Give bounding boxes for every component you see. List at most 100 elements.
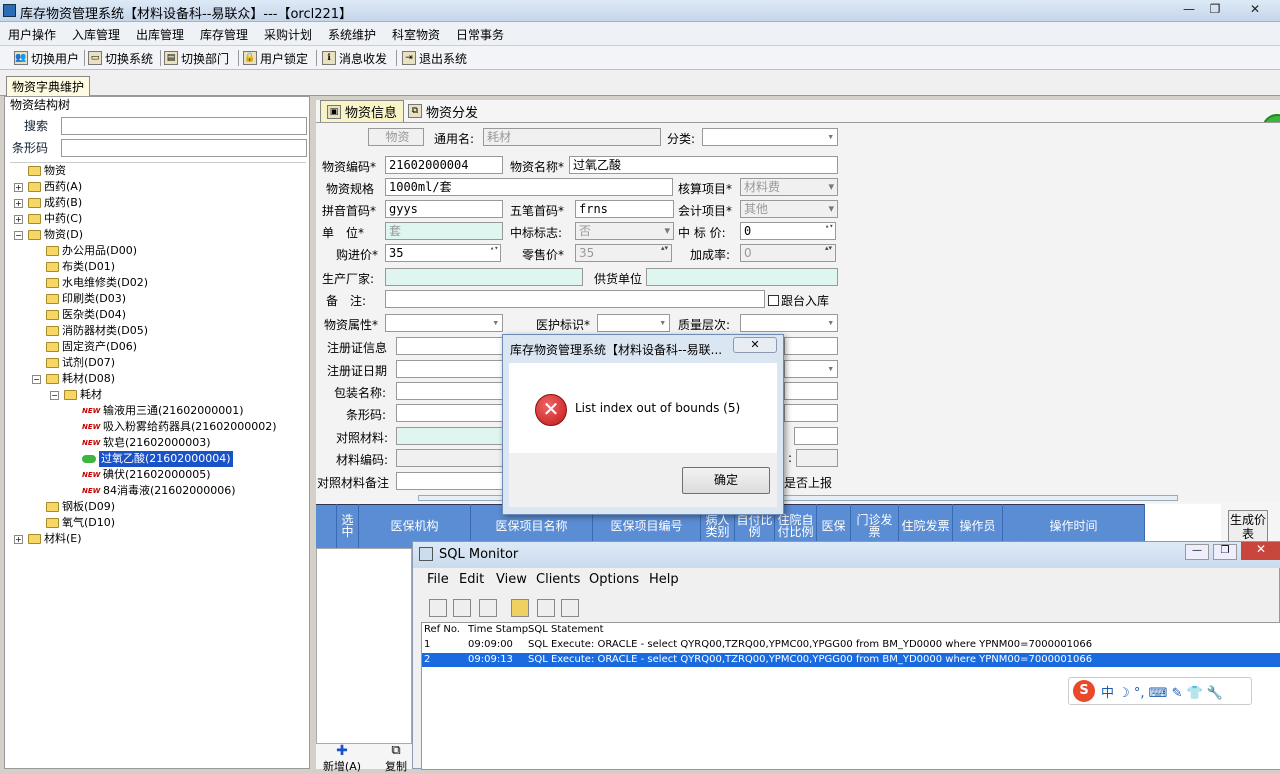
tree-node[interactable]: + 成药(B) [14, 195, 82, 211]
close-button[interactable]: ✕ [1240, 0, 1270, 18]
sql-tool-copy-icon[interactable] [453, 599, 471, 617]
wubi-field[interactable]: frns [575, 200, 674, 218]
matcode-field[interactable] [396, 449, 504, 467]
search-input[interactable] [61, 117, 307, 135]
minimize-button[interactable]: — [1176, 0, 1202, 18]
tree-node[interactable]: 水电维修类(D02) [32, 275, 148, 291]
tree-node[interactable]: − 耗材 [50, 387, 102, 403]
expand-icon[interactable]: + [14, 214, 23, 224]
sql-minimize-button[interactable]: — [1185, 544, 1209, 560]
type-button[interactable]: 物资 [368, 128, 424, 146]
sql-menu-edit[interactable]: Edit [459, 572, 484, 587]
tree-node[interactable]: − 物资(D) [14, 227, 83, 243]
copy-button[interactable]: ⧉ 复制 [382, 744, 410, 774]
messages-button[interactable]: ℹ 消息收发 [322, 49, 387, 67]
maximize-button[interactable]: ❐ [1202, 0, 1228, 18]
matcode-extra-field[interactable] [796, 449, 838, 467]
exit-button[interactable]: ⇥ 退出系统 [402, 49, 467, 67]
pack-extra-field[interactable] [784, 382, 838, 400]
tree-node[interactable]: 钢板(D09) [32, 499, 115, 515]
tree-node[interactable]: 氧气(D10) [32, 515, 115, 531]
menu-purchase[interactable]: 采购计划 [264, 26, 312, 43]
purchase-price-field[interactable]: 35 [385, 244, 501, 262]
sql-log-row-selected[interactable]: 2 09:09:13 SQL Execute: ORACLE - select … [422, 653, 1280, 667]
quality-select[interactable] [740, 314, 838, 332]
regdate-extra-select[interactable] [784, 360, 838, 378]
sql-maximize-button[interactable]: ❐ [1213, 544, 1237, 560]
tree-node[interactable]: NEW 吸入粉雾给药器具(21602000002) [68, 419, 277, 435]
sql-menu-view[interactable]: View [496, 572, 527, 587]
col-select[interactable]: 选中 [336, 504, 358, 548]
compare-extra-field[interactable] [794, 427, 838, 445]
tree-node[interactable]: 消防器材类(D05) [32, 323, 148, 339]
sql-tool-options-icon[interactable] [561, 599, 579, 617]
sql-log-row[interactable]: 1 09:09:00 SQL Execute: ORACLE - select … [422, 638, 1280, 652]
menu-system[interactable]: 系统维护 [328, 26, 376, 43]
menu-inventory[interactable]: 库存管理 [200, 26, 248, 43]
reg-extra-field[interactable] [784, 337, 838, 355]
ok-button[interactable]: 确定 [682, 467, 770, 494]
menu-daily[interactable]: 日常事务 [456, 26, 504, 43]
expand-icon[interactable]: + [14, 182, 23, 192]
expand-icon[interactable]: + [14, 534, 23, 544]
sql-menu-options[interactable]: Options [589, 572, 639, 587]
category-select[interactable] [702, 128, 838, 146]
collapse-icon[interactable]: − [14, 230, 23, 240]
acct-item-select[interactable]: 其他 [740, 200, 838, 218]
generate-price-button[interactable]: 生成价表 [1228, 510, 1268, 542]
lock-user-button[interactable]: 🔒 用户锁定 [243, 49, 308, 67]
tab-goods-distribute[interactable]: ⧉ 物资分发 [402, 100, 484, 122]
regdate-field[interactable] [396, 360, 504, 378]
attr-select[interactable] [385, 314, 503, 332]
markup-field[interactable]: 0 [740, 244, 836, 262]
supplier-field[interactable] [646, 268, 838, 286]
reg-field[interactable] [396, 337, 504, 355]
collapse-icon[interactable]: − [32, 374, 41, 384]
switch-system-button[interactable]: ▭ 切换系统 [88, 49, 153, 67]
tree-node[interactable]: 过氧乙酸(21602000004) [68, 451, 233, 467]
tree-node[interactable]: 办公用品(D00) [32, 243, 137, 259]
tree-node[interactable]: 布类(D01) [32, 259, 115, 275]
compare-field[interactable] [396, 427, 504, 445]
tree-node[interactable]: 印刷类(D03) [32, 291, 126, 307]
medtag-select[interactable] [597, 314, 670, 332]
tree-node[interactable]: − 耗材(D08) [32, 371, 115, 387]
sql-tool-clear-icon[interactable] [479, 599, 497, 617]
sql-close-button[interactable]: ✕ [1241, 542, 1280, 560]
tab-goods-dictionary[interactable]: 物资字典维护 [6, 76, 91, 96]
note-field[interactable] [385, 290, 765, 308]
sql-menu-file[interactable]: File [427, 572, 449, 587]
menu-dept-goods[interactable]: 科室物资 [392, 26, 440, 43]
name-field[interactable]: 过氧乙酸 [569, 156, 838, 174]
tree-node[interactable]: 试剂(D07) [32, 355, 115, 371]
code-field[interactable]: 21602000004 [385, 156, 503, 174]
tree-node[interactable]: + 材料(E) [14, 531, 82, 547]
pack-field[interactable] [396, 382, 504, 400]
menu-inbound[interactable]: 入库管理 [72, 26, 120, 43]
tree-node[interactable]: 固定资产(D06) [32, 339, 137, 355]
spec-field[interactable]: 1000ml/套 [385, 178, 673, 196]
tree-node[interactable]: NEW 输液用三通(21602000001) [68, 403, 244, 419]
collapse-icon[interactable]: − [50, 390, 59, 400]
tree-node[interactable]: 医杂类(D04) [32, 307, 126, 323]
compnote-field[interactable] [396, 472, 504, 490]
follow-checkbox[interactable]: 跟台入库 [768, 292, 829, 309]
menu-user-ops[interactable]: 用户操作 [8, 26, 56, 43]
sql-tool-window-icon[interactable] [537, 599, 555, 617]
tree-node[interactable]: NEW 软皂(21602000003) [68, 435, 211, 451]
retail-price-field[interactable]: 35 [575, 244, 672, 262]
bid-flag-select[interactable]: 否 [575, 222, 674, 240]
tree-node[interactable]: NEW 84消毒液(21602000006) [68, 483, 236, 499]
barcode-extra-field[interactable] [784, 404, 838, 422]
ime-toolbar[interactable]: S 中 ☽ °, ⌨ ✎ 👕 🔧 [1068, 677, 1252, 705]
dialog-close-button[interactable]: ✕ [733, 337, 777, 353]
expand-icon[interactable]: + [14, 198, 23, 208]
tree-node[interactable]: 物资 [14, 163, 66, 179]
ime-tools[interactable]: 中 ☽ °, ⌨ ✎ 👕 🔧 [1101, 682, 1223, 701]
tree-node[interactable]: + 中药(C) [14, 211, 82, 227]
tab-goods-info[interactable]: ▣ 物资信息 [320, 100, 405, 122]
pinyin-field[interactable]: gyys [385, 200, 503, 218]
bid-price-field[interactable]: 0 [740, 222, 836, 240]
switch-user-button[interactable]: 👥 切换用户 [14, 49, 79, 67]
barcode-field[interactable] [396, 404, 504, 422]
